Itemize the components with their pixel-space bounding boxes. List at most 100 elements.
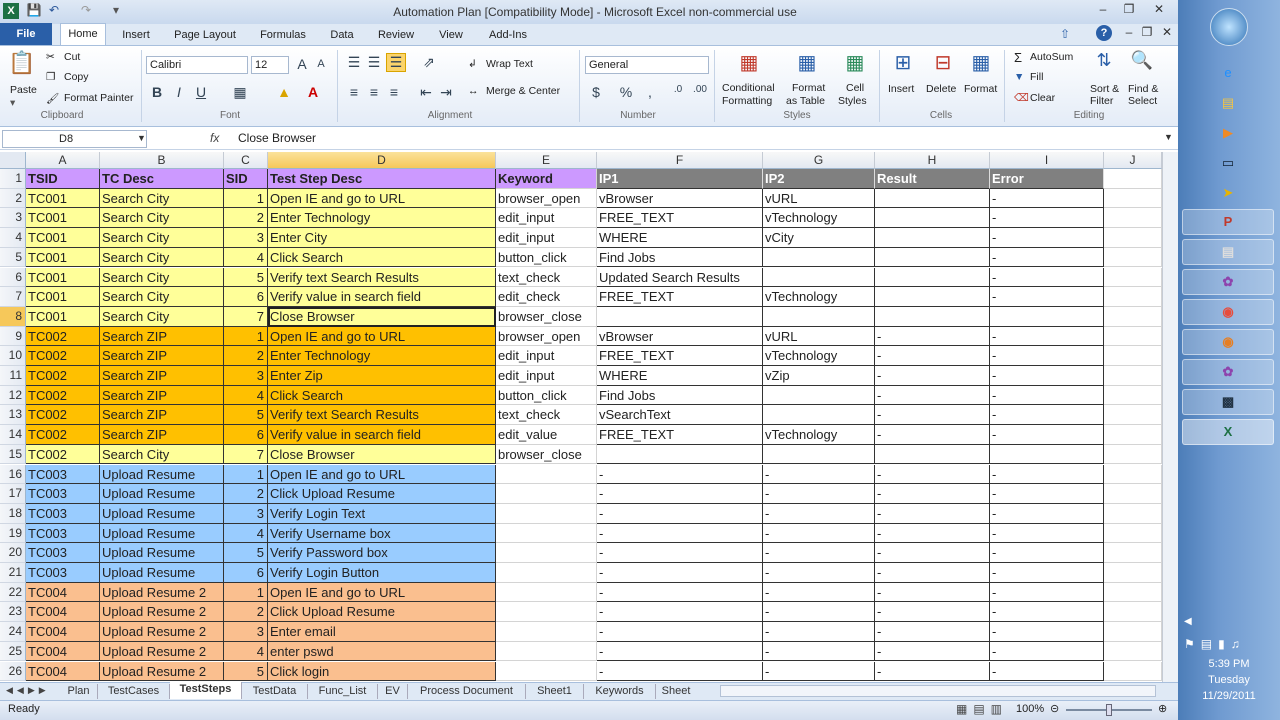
cell[interactable]: edit_input: [496, 228, 597, 248]
cell[interactable]: Verify Login Button: [268, 563, 496, 583]
row-header[interactable]: 11: [0, 366, 26, 386]
cell[interactable]: [1104, 188, 1162, 209]
cell[interactable]: vURL: [763, 326, 875, 347]
screen-task[interactable]: ▩: [1182, 389, 1274, 415]
cell[interactable]: Open IE and go to URL: [268, 188, 496, 209]
cell[interactable]: Test Step Desc: [268, 169, 496, 189]
cell[interactable]: -: [597, 464, 763, 485]
cell[interactable]: 1: [224, 582, 268, 603]
cell[interactable]: [1104, 366, 1162, 386]
tab-view[interactable]: View: [432, 24, 470, 46]
customize-toolbar-icon[interactable]: ▾: [108, 3, 124, 19]
zoom-slider-thumb[interactable]: [1106, 704, 1112, 716]
cell[interactable]: 2: [224, 602, 268, 623]
cell[interactable]: [496, 484, 597, 504]
cell[interactable]: Search ZIP: [100, 385, 224, 406]
cell[interactable]: [1104, 582, 1162, 603]
cell[interactable]: 2: [224, 208, 268, 229]
undo-icon[interactable]: ↶: [46, 3, 62, 19]
align-right-icon[interactable]: ≡: [386, 84, 402, 100]
cell[interactable]: [763, 306, 875, 327]
increase-decimal-icon[interactable]: .0: [670, 84, 686, 95]
cell[interactable]: vBrowser: [597, 326, 763, 347]
cell[interactable]: vZip: [763, 366, 875, 386]
underline-icon[interactable]: U: [194, 84, 208, 100]
cell[interactable]: [496, 582, 597, 603]
cell[interactable]: -: [875, 563, 990, 583]
cell[interactable]: 6: [224, 425, 268, 445]
cell[interactable]: [875, 208, 990, 229]
cell[interactable]: [1104, 208, 1162, 229]
format-as-table-icon[interactable]: ▦: [794, 50, 820, 78]
conditional-formatting-button[interactable]: Conditional: [722, 82, 775, 94]
row-header[interactable]: 16: [0, 464, 26, 485]
cell[interactable]: [496, 503, 597, 524]
row-header[interactable]: 2: [0, 188, 26, 209]
save-icon[interactable]: 💾: [26, 3, 42, 19]
row-header[interactable]: 18: [0, 503, 26, 524]
cell[interactable]: [496, 563, 597, 583]
tab-home[interactable]: Home: [60, 23, 106, 46]
row-header[interactable]: 1: [0, 169, 26, 189]
row-header[interactable]: 14: [0, 425, 26, 445]
column-header-e[interactable]: E: [496, 152, 597, 169]
cell[interactable]: -: [597, 503, 763, 524]
tab-review[interactable]: Review: [374, 24, 418, 46]
formula-input[interactable]: Close Browser: [234, 130, 1164, 148]
cell[interactable]: -: [875, 641, 990, 662]
cell[interactable]: vCity: [763, 228, 875, 248]
comma-style-icon[interactable]: ,: [644, 84, 656, 100]
cell[interactable]: Verify Username box: [268, 523, 496, 544]
cell[interactable]: -: [990, 287, 1104, 307]
workbook-close-button[interactable]: ✕: [1156, 25, 1178, 43]
cell[interactable]: [1104, 228, 1162, 248]
help-icon[interactable]: ?: [1096, 25, 1112, 41]
cell[interactable]: text_check: [496, 267, 597, 288]
cell[interactable]: Verify text Search Results: [268, 405, 496, 426]
row-header[interactable]: 6: [0, 267, 26, 288]
cell[interactable]: 1: [224, 188, 268, 209]
cell[interactable]: Upload Resume 2: [100, 622, 224, 642]
row-header[interactable]: 21: [0, 563, 26, 583]
cell[interactable]: TC003: [26, 523, 100, 544]
cell[interactable]: -: [763, 622, 875, 642]
cell[interactable]: FREE_TEXT: [597, 208, 763, 229]
row-header[interactable]: 17: [0, 484, 26, 504]
cell[interactable]: -: [875, 543, 990, 563]
column-header-b[interactable]: B: [100, 152, 224, 169]
cell[interactable]: TC003: [26, 543, 100, 563]
cell[interactable]: -: [990, 503, 1104, 524]
grow-font-icon[interactable]: A: [294, 56, 310, 72]
cell[interactable]: Verify Password box: [268, 543, 496, 563]
bold-icon[interactable]: B: [150, 84, 164, 100]
borders-icon[interactable]: ▦: [232, 84, 248, 101]
cell[interactable]: [1104, 385, 1162, 406]
cell[interactable]: -: [763, 661, 875, 682]
cell[interactable]: -: [763, 582, 875, 603]
app-task-1[interactable]: ✿: [1182, 269, 1274, 295]
cell[interactable]: Click Upload Resume: [268, 484, 496, 504]
insert-function-icon[interactable]: fx: [210, 131, 219, 145]
cell[interactable]: -: [875, 582, 990, 603]
desktop-icon[interactable]: ▭: [1205, 152, 1251, 174]
cell[interactable]: -: [597, 543, 763, 563]
cell[interactable]: Upload Resume: [100, 503, 224, 524]
cell[interactable]: TC002: [26, 444, 100, 465]
redo-icon[interactable]: ↷: [78, 3, 94, 19]
cell[interactable]: [875, 267, 990, 288]
clear-button[interactable]: Clear: [1030, 92, 1055, 104]
cell[interactable]: 5: [224, 267, 268, 288]
cell[interactable]: -: [875, 503, 990, 524]
cell[interactable]: [763, 267, 875, 288]
cell[interactable]: IP2: [763, 169, 875, 189]
cell[interactable]: [496, 641, 597, 662]
vertical-scrollbar[interactable]: [1162, 152, 1178, 682]
name-box[interactable]: D8: [2, 130, 147, 148]
cell[interactable]: Search City: [100, 228, 224, 248]
cell[interactable]: -: [763, 543, 875, 563]
cell[interactable]: [875, 247, 990, 268]
cell[interactable]: Open IE and go to URL: [268, 582, 496, 603]
cell[interactable]: -: [597, 563, 763, 583]
cell[interactable]: TC003: [26, 464, 100, 485]
excel-task[interactable]: X: [1182, 419, 1274, 445]
